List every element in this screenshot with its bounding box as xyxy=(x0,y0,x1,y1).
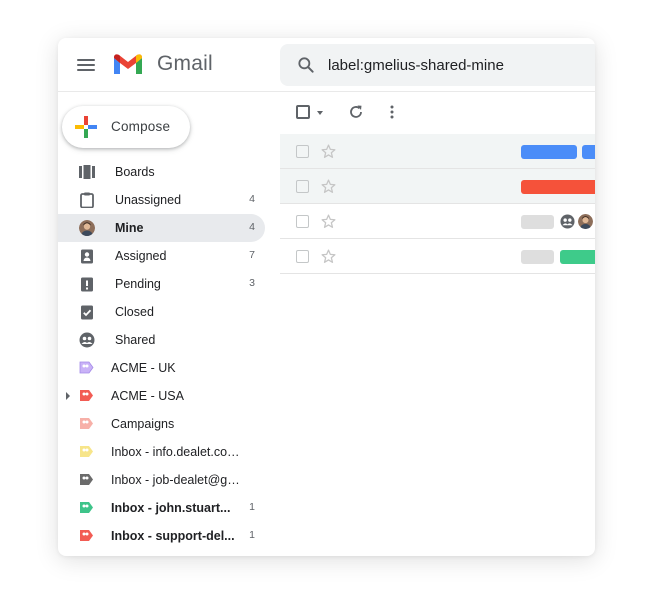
header: Gmail xyxy=(58,38,595,92)
sidebar-item-inbox-support[interactable]: Inbox - support-del... 1 xyxy=(58,522,265,550)
sidebar-item-boards[interactable]: Boards xyxy=(58,158,265,186)
sidebar-item-count: 3 xyxy=(249,277,255,289)
sidebar-item-shared[interactable]: Shared xyxy=(58,326,265,354)
thread-row[interactable] xyxy=(280,204,595,239)
plus-icon xyxy=(75,116,97,138)
label-chip xyxy=(560,250,595,264)
sidebar-nav: Boards Unassigned 4 Mine 4 Assigned 7 Pe… xyxy=(58,158,268,550)
row-checkbox[interactable] xyxy=(296,145,309,158)
sidebar-item-label: Pending xyxy=(115,277,161,291)
label-chip xyxy=(521,180,595,194)
thread-row[interactable] xyxy=(280,134,595,169)
sidebar-item-label: Mine xyxy=(115,221,144,235)
row-checkbox[interactable] xyxy=(296,215,309,228)
sidebar-item-label: Inbox - support-del... xyxy=(111,529,235,543)
sidebar-item-label: Boards xyxy=(115,165,155,179)
shared-icon xyxy=(560,214,575,229)
label-chip xyxy=(521,145,577,159)
boards-icon xyxy=(79,165,95,179)
search-input[interactable] xyxy=(328,53,588,77)
label-chip xyxy=(582,145,595,159)
sidebar-item-unassigned[interactable]: Unassigned 4 xyxy=(58,186,265,214)
thread-list xyxy=(280,134,595,274)
star-icon[interactable] xyxy=(320,248,337,265)
sidebar-item-inbox-info[interactable]: Inbox - info.dealet.com... xyxy=(58,438,265,466)
sidebar-item-count: 4 xyxy=(249,221,255,233)
sidebar-item-label: ACME - UK xyxy=(111,361,176,375)
sidebar-item-label: Inbox - john.stuart... xyxy=(111,501,231,515)
thread-row[interactable] xyxy=(280,169,595,204)
label-icon xyxy=(80,530,93,541)
star-icon[interactable] xyxy=(320,213,337,230)
label-icon xyxy=(80,418,93,429)
label-chip xyxy=(521,215,554,229)
label-icon xyxy=(80,446,93,457)
thread-row[interactable] xyxy=(280,239,595,274)
sidebar-item-count: 1 xyxy=(249,501,255,513)
label-icon xyxy=(79,361,94,374)
avatar xyxy=(79,220,95,236)
sidebar-item-label: Campaigns xyxy=(111,417,175,431)
sidebar-item-acme-usa[interactable]: ACME - USA xyxy=(58,382,265,410)
label-icon xyxy=(80,502,93,513)
row-checkbox[interactable] xyxy=(296,180,309,193)
sidebar-item-count: 1 xyxy=(249,529,255,541)
sidebar-item-inbox-john[interactable]: Inbox - john.stuart... 1 xyxy=(58,494,265,522)
expand-caret-icon[interactable] xyxy=(66,392,70,400)
sidebar-item-acme-uk[interactable]: ACME - UK xyxy=(58,354,265,382)
assigned-clipboard-icon xyxy=(81,249,93,264)
label-chip xyxy=(521,250,554,264)
closed-clipboard-icon xyxy=(81,305,93,320)
compose-button[interactable]: Compose xyxy=(62,106,190,148)
avatar xyxy=(578,214,593,229)
shared-icon xyxy=(79,332,95,348)
main-menu-button[interactable] xyxy=(77,55,97,75)
label-icon xyxy=(80,474,93,485)
sidebar-item-closed[interactable]: Closed xyxy=(58,298,265,326)
row-checkbox[interactable] xyxy=(296,250,309,263)
sidebar-item-label: Closed xyxy=(115,305,154,319)
search-bar[interactable] xyxy=(280,44,595,86)
sidebar-item-label: Assigned xyxy=(115,249,167,263)
sidebar-item-count: 4 xyxy=(249,193,255,205)
sidebar-item-inbox-job[interactable]: Inbox - job-dealet@goo... xyxy=(58,466,265,494)
refresh-icon[interactable] xyxy=(347,103,365,121)
compose-label: Compose xyxy=(111,119,171,134)
more-vert-icon[interactable] xyxy=(383,103,401,121)
gmail-logo-icon[interactable] xyxy=(112,52,144,76)
select-all-checkbox[interactable] xyxy=(296,105,310,119)
sidebar-item-label: Inbox - info.dealet.com... xyxy=(111,445,243,459)
search-icon[interactable] xyxy=(296,55,316,75)
select-dropdown-icon[interactable] xyxy=(317,111,323,115)
sidebar-item-assigned[interactable]: Assigned 7 xyxy=(58,242,265,270)
sidebar-item-label: Shared xyxy=(115,333,156,347)
sidebar-item-label: ACME - USA xyxy=(111,389,184,403)
mail-toolbar xyxy=(280,92,595,132)
clipboard-icon xyxy=(80,192,94,208)
sidebar-item-pending[interactable]: Pending 3 xyxy=(58,270,265,298)
star-icon[interactable] xyxy=(320,178,337,195)
sidebar-item-count: 7 xyxy=(249,249,255,261)
label-icon xyxy=(80,390,93,401)
sidebar-item-mine[interactable]: Mine 4 xyxy=(58,214,265,242)
gmail-window: Gmail Compose Boards xyxy=(58,38,595,556)
sidebar-item-label: Inbox - job-dealet@goo... xyxy=(111,473,243,487)
sidebar-item-campaigns[interactable]: Campaigns xyxy=(58,410,265,438)
sidebar-item-label: Unassigned xyxy=(115,193,182,207)
gmail-logo-text: Gmail xyxy=(157,52,213,75)
pending-clipboard-icon xyxy=(81,277,93,292)
star-icon[interactable] xyxy=(320,143,337,160)
